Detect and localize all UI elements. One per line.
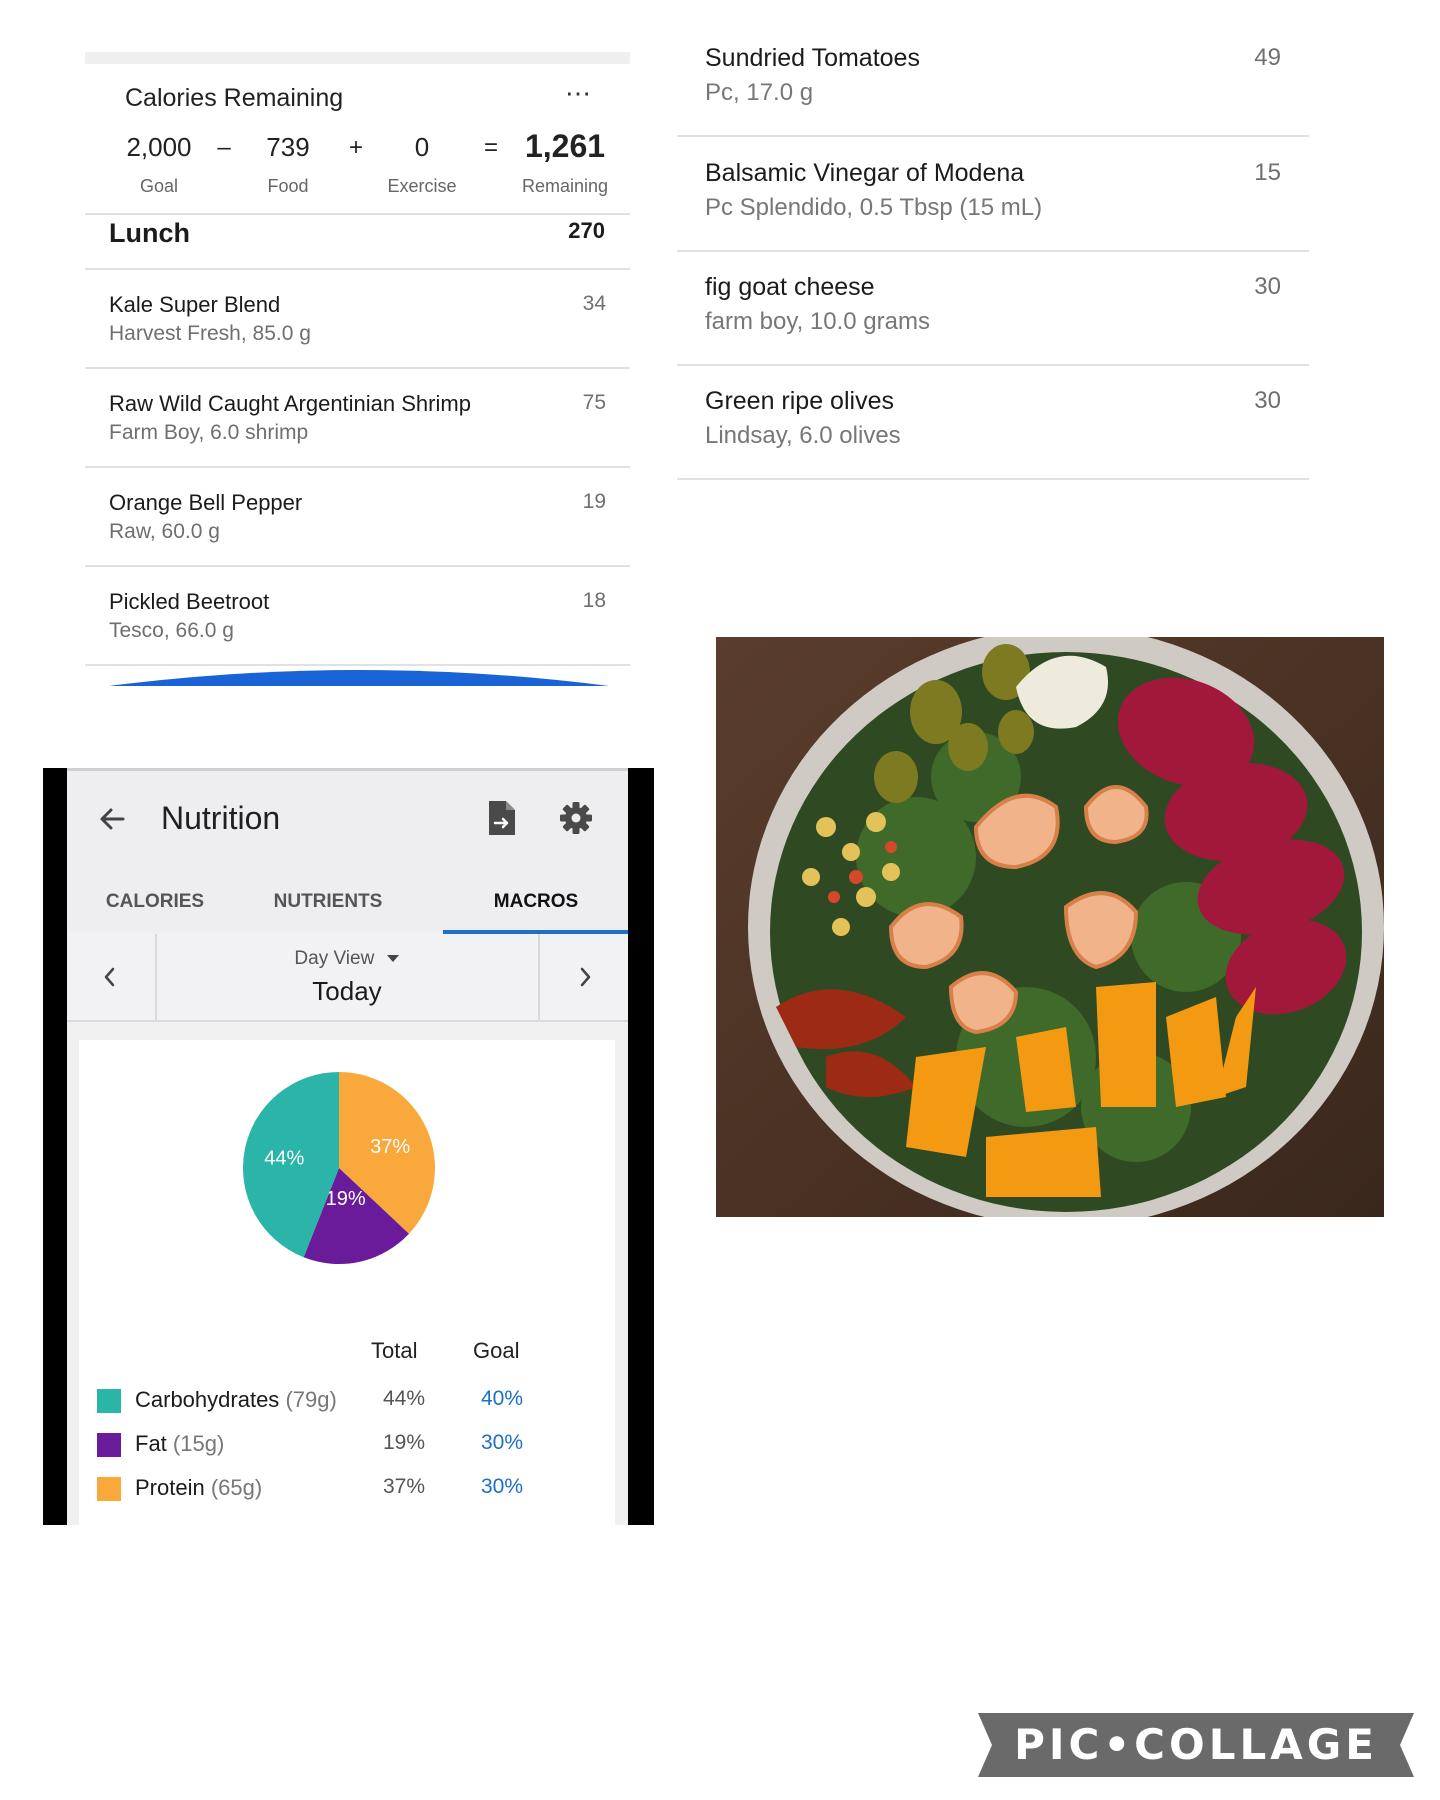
arrow-left-icon[interactable]	[93, 799, 133, 839]
goal-column-header: Goal	[473, 1338, 520, 1363]
food-item-row[interactable]: fig goat cheese farm boy, 10.0 grams 30	[677, 251, 1309, 366]
macro-goal[interactable]: 30%	[463, 1475, 523, 1499]
food-calories: 19	[582, 490, 606, 513]
food-serving: Harvest Fresh, 85.0 g	[109, 322, 311, 345]
minus-sign: –	[217, 134, 231, 161]
salad-bowl-photo	[716, 637, 1384, 1217]
tab-calories[interactable]: CALORIES	[85, 891, 225, 913]
food-calories: 30	[1254, 273, 1281, 300]
app-bar: Nutrition CALORIES NUTRIENTS MACROS	[67, 768, 628, 931]
food-label: Food	[267, 176, 309, 196]
tab-macros[interactable]: MACROS	[451, 891, 621, 913]
food-item-row[interactable]: Kale Super Blend Harvest Fresh, 85.0 g 3…	[85, 270, 630, 369]
food-serving: farm boy, 10.0 grams	[705, 308, 930, 335]
food-calories: 18	[582, 589, 606, 612]
remaining-label: Remaining	[521, 176, 609, 196]
phone-frame: Nutrition CALORIES NUTRIENTS MACROS Day …	[43, 768, 654, 1525]
pie-label-carbohydrates: 44%	[264, 1148, 304, 1170]
gear-icon[interactable]	[559, 801, 593, 835]
macro-grams: (65g)	[210, 1475, 263, 1500]
more-options-icon[interactable]: ⋯	[565, 78, 592, 109]
macro-goal[interactable]: 30%	[463, 1431, 523, 1455]
card-top-bar	[85, 52, 630, 64]
food-serving: Pc, 17.0 g	[705, 79, 814, 106]
meal-total-calories: 270	[568, 218, 605, 243]
tab-nutrients[interactable]: NUTRIENTS	[253, 891, 403, 913]
pic-collage-watermark: PIC•COLLAGE	[978, 1713, 1414, 1777]
day-view-label: Day View	[294, 948, 375, 969]
food-item-row[interactable]: Pickled Beetroot Tesco, 66.0 g 18	[85, 567, 630, 666]
food-serving: Raw, 60.0 g	[109, 520, 220, 543]
exercise-label: Exercise	[387, 176, 457, 196]
date-navigator: Day View Today	[67, 934, 628, 1022]
page-title: Nutrition	[161, 800, 281, 836]
file-export-icon[interactable]	[485, 799, 519, 837]
pie-label-fat: 19%	[326, 1188, 366, 1210]
food-calories: 34	[582, 292, 606, 315]
food-serving: Pc Splendido, 0.5 Tbsp (15 mL)	[705, 194, 1043, 221]
divider	[85, 213, 630, 215]
day-view-selector[interactable]: Day View	[267, 948, 427, 970]
goal-label: Goal	[139, 176, 179, 196]
macro-grams: (15g)	[172, 1431, 225, 1456]
food-name: Sundried Tomatoes	[705, 44, 920, 72]
legend-swatch	[97, 1477, 121, 1501]
macro-row-protein: Protein (65g) 37% 30%	[97, 1473, 607, 1513]
selected-date: Today	[312, 976, 382, 1006]
food-name: Pickled Beetroot	[109, 589, 270, 614]
macro-grams: (79g)	[285, 1387, 337, 1412]
food-calories: 30	[1254, 387, 1281, 414]
food-serving: Lindsay, 6.0 olives	[705, 422, 901, 449]
plus-sign: +	[348, 134, 363, 161]
food-value: 739	[266, 132, 310, 162]
food-item-row[interactable]: Orange Bell Pepper Raw, 60.0 g 19	[85, 468, 630, 567]
macro-name: Fat	[135, 1431, 167, 1456]
food-name: Balsamic Vinegar of Modena	[705, 159, 1025, 187]
macro-name: Protein	[135, 1475, 205, 1500]
macros-pie-chart: 37% 19% 44%	[242, 1072, 435, 1264]
food-name: Orange Bell Pepper	[109, 490, 303, 515]
caret-down-icon	[386, 955, 399, 962]
food-name: Raw Wild Caught Argentinian Shrimp	[109, 391, 471, 416]
chevron-left-icon	[104, 967, 115, 987]
food-item-row[interactable]: Green ripe olives Lindsay, 6.0 olives 30	[677, 365, 1309, 480]
food-name: fig goat cheese	[705, 273, 875, 301]
remaining-value: 1,261	[524, 128, 606, 164]
macro-goal[interactable]: 40%	[463, 1387, 523, 1411]
food-item-row[interactable]: Raw Wild Caught Argentinian Shrimp Farm …	[85, 369, 630, 468]
meal-title: Lunch	[109, 218, 190, 248]
next-day-button[interactable]	[538, 934, 628, 1020]
food-calories: 75	[582, 391, 606, 414]
legend-swatch	[97, 1433, 121, 1457]
total-column-header: Total	[371, 1338, 418, 1363]
macro-total: 44%	[382, 1387, 425, 1410]
macro-row-carbohydrates: Carbohydrates (79g) 44% 40%	[97, 1385, 607, 1425]
macro-name: Carbohydrates	[135, 1387, 280, 1412]
food-item-row[interactable]: Sundried Tomatoes Pc, 17.0 g 49	[677, 22, 1309, 137]
exercise-value: 0	[414, 132, 430, 162]
pie-label-protein: 37%	[370, 1136, 410, 1158]
macro-total: 19%	[382, 1431, 425, 1454]
chevron-right-icon	[580, 967, 591, 987]
watermark-text: PIC•COLLAGE	[1014, 1720, 1378, 1769]
food-name: Kale Super Blend	[109, 292, 281, 317]
previous-day-button[interactable]	[67, 934, 157, 1020]
macro-row-fat: Fat (15g) 19% 30%	[97, 1429, 607, 1469]
food-name: Green ripe olives	[705, 387, 894, 415]
goal-value: 2,000	[126, 132, 192, 162]
food-item-row[interactable]: Balsamic Vinegar of Modena Pc Splendido,…	[677, 137, 1309, 252]
macros-card: 37% 19% 44% Total Goal Carbohydrates (79g)…	[79, 1040, 615, 1525]
food-serving: Farm Boy, 6.0 shrimp	[109, 421, 309, 444]
legend-swatch	[97, 1389, 121, 1413]
calories-remaining-title: Calories Remaining	[125, 84, 344, 112]
refresh-indicator	[109, 670, 609, 686]
nutrition-screen: Nutrition CALORIES NUTRIENTS MACROS Day …	[67, 768, 628, 1525]
food-serving: Tesco, 66.0 g	[109, 619, 234, 642]
macro-total: 37%	[382, 1475, 425, 1498]
food-calories: 15	[1254, 159, 1281, 186]
food-calories: 49	[1254, 44, 1281, 71]
equals-sign: =	[483, 134, 498, 161]
